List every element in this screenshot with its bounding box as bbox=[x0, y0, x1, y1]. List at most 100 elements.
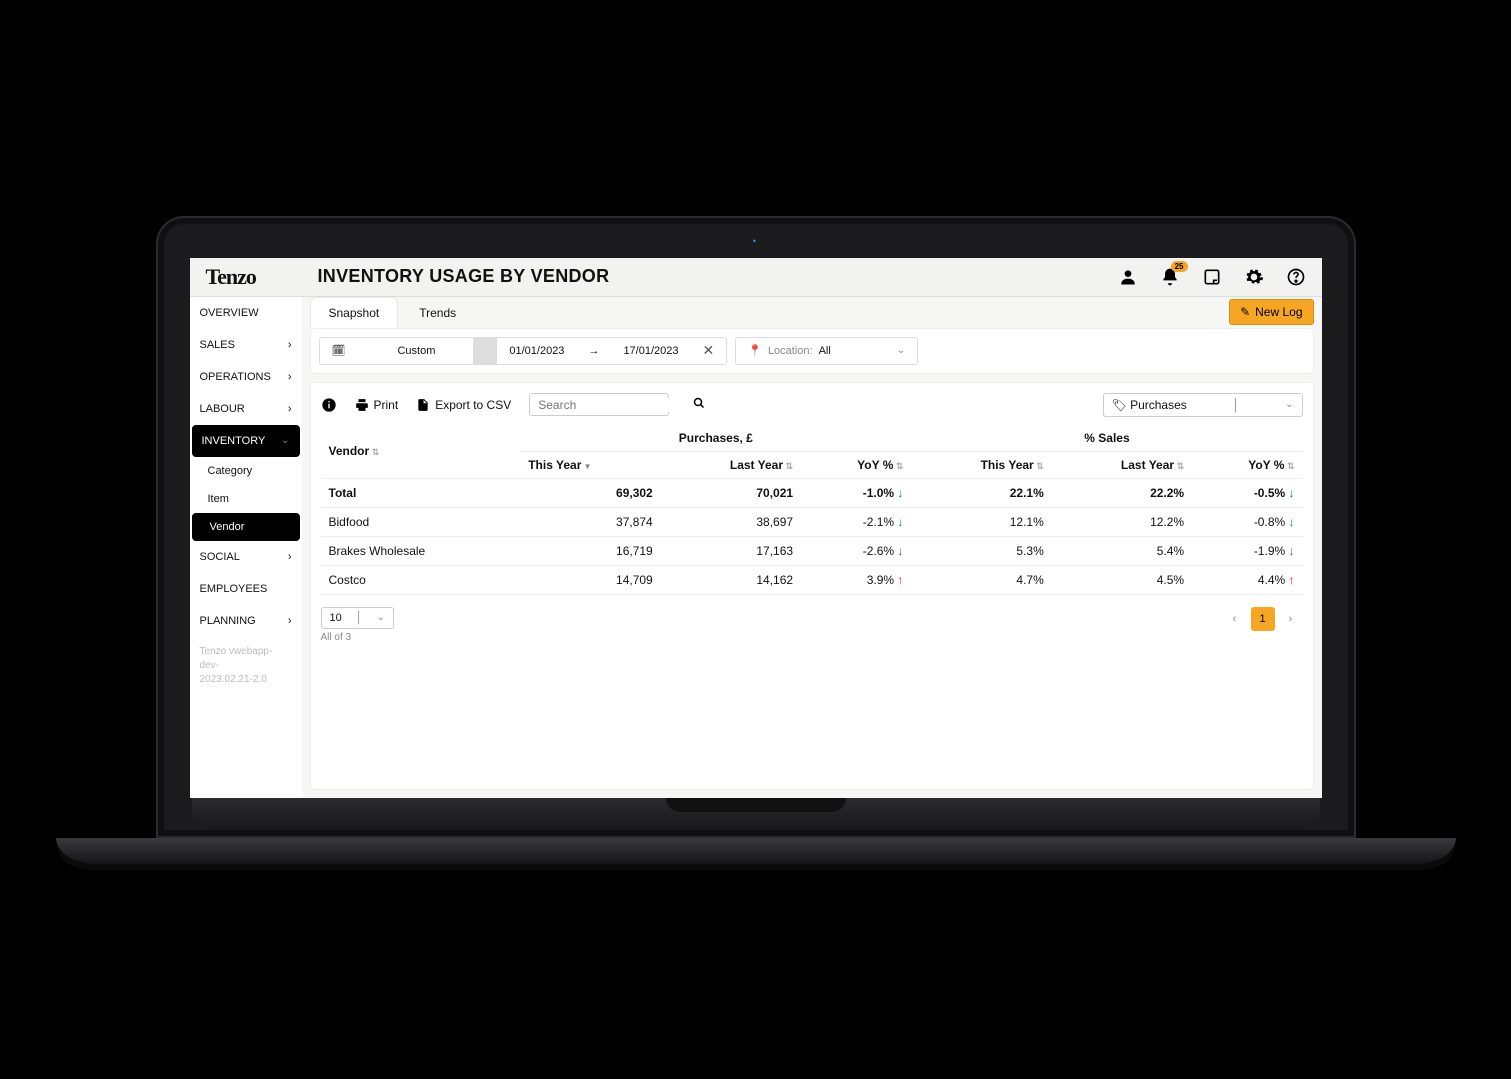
gear-icon[interactable] bbox=[1244, 267, 1264, 287]
page-title: INVENTORY USAGE BY VENDOR bbox=[318, 266, 610, 287]
help-icon[interactable] bbox=[1286, 267, 1306, 287]
sidebar-sub-vendor[interactable]: Vendor bbox=[192, 513, 300, 541]
chevron-right-icon: › bbox=[288, 615, 292, 627]
note-icon[interactable] bbox=[1202, 267, 1222, 287]
chevron-down-icon[interactable]: ⌄ bbox=[897, 345, 905, 356]
date-range-type[interactable]: 🗓 Custom bbox=[320, 338, 474, 364]
cell-s-last: 5.4% bbox=[1052, 536, 1192, 565]
table-row: Bidfood37,87438,697-2.1% ↓12.1%12.2%-0.8… bbox=[321, 507, 1303, 536]
cell-s-yoy: -1.9% ↓ bbox=[1192, 536, 1302, 565]
laptop-camera-icon: • bbox=[753, 236, 758, 246]
tab-snapshot[interactable]: Snapshot bbox=[310, 297, 399, 328]
sidebar-item-inventory[interactable]: INVENTORY⌄ bbox=[192, 425, 300, 457]
sidebar-sub-category[interactable]: Category bbox=[190, 457, 302, 485]
sidebar-item-operations[interactable]: OPERATIONS› bbox=[190, 361, 302, 393]
arrow-down-icon: ↓ bbox=[1289, 515, 1295, 529]
cell-s-this: 22.1% bbox=[911, 478, 1051, 507]
bell-icon[interactable]: 25 bbox=[1160, 267, 1180, 287]
cell-p-this: 69,302 bbox=[520, 478, 661, 507]
col-group-purchases: Purchases, £ bbox=[520, 425, 911, 452]
new-log-button[interactable]: ✎ New Log bbox=[1229, 299, 1313, 325]
chevron-right-icon: › bbox=[288, 551, 292, 563]
col-this-year-s[interactable]: This Year bbox=[911, 451, 1051, 478]
pagination: ‹ 1 › bbox=[1223, 607, 1303, 631]
tag-icon: 🏷 bbox=[1112, 398, 1127, 412]
sidebar-item-social[interactable]: SOCIAL› bbox=[190, 541, 302, 573]
metric-select[interactable]: 🏷 Purchases │ ⌄ bbox=[1103, 393, 1303, 417]
col-last-year-s[interactable]: Last Year bbox=[1052, 451, 1192, 478]
search-input[interactable] bbox=[529, 393, 669, 416]
col-yoy-p[interactable]: YoY % bbox=[801, 451, 911, 478]
topbar: Tenzo INVENTORY USAGE BY VENDOR 25 bbox=[190, 258, 1322, 297]
cell-p-yoy: -2.1% ↓ bbox=[801, 507, 911, 536]
arrow-up-icon: ↑ bbox=[897, 573, 903, 587]
cell-vendor: Total bbox=[321, 478, 521, 507]
info-icon[interactable] bbox=[321, 397, 337, 413]
app-version: Tenzo vwebapp-dev-2023.02.21-2.0 bbox=[190, 637, 302, 695]
cell-p-last: 38,697 bbox=[661, 507, 801, 536]
row-count-summary: All of 3 bbox=[321, 632, 395, 643]
cell-p-yoy: -1.0% ↓ bbox=[801, 478, 911, 507]
pager-page-1[interactable]: 1 bbox=[1251, 607, 1275, 631]
col-last-year-p[interactable]: Last Year bbox=[661, 451, 801, 478]
sidebar-item-sales[interactable]: SALES› bbox=[190, 329, 302, 361]
cell-vendor: Brakes Wholesale bbox=[321, 536, 521, 565]
arrow-down-icon: ↓ bbox=[897, 515, 903, 529]
brand-logo: Tenzo bbox=[206, 264, 306, 290]
arrow-down-icon: ↓ bbox=[897, 544, 903, 558]
cell-p-this: 14,709 bbox=[520, 565, 661, 594]
sidebar: OVERVIEW SALES› OPERATIONS› LABOUR› INVE… bbox=[190, 297, 302, 798]
col-this-year-p[interactable]: This Year bbox=[520, 451, 661, 478]
arrow-up-icon: ↑ bbox=[1289, 573, 1295, 587]
cell-s-last: 12.2% bbox=[1052, 507, 1192, 536]
location-label: Location: bbox=[768, 345, 813, 357]
sidebar-sub-item[interactable]: Item bbox=[190, 485, 302, 513]
sidebar-item-planning[interactable]: PLANNING› bbox=[190, 605, 302, 637]
sidebar-item-overview[interactable]: OVERVIEW bbox=[190, 297, 302, 329]
cell-s-yoy: -0.5% ↓ bbox=[1192, 478, 1302, 507]
notification-badge: 25 bbox=[1171, 261, 1188, 272]
cell-p-yoy: -2.6% ↓ bbox=[801, 536, 911, 565]
user-icon[interactable] bbox=[1118, 267, 1138, 287]
cell-s-this: 12.1% bbox=[911, 507, 1051, 536]
cell-p-this: 16,719 bbox=[520, 536, 661, 565]
clear-date-icon[interactable]: ✕ bbox=[691, 338, 727, 364]
search-icon bbox=[693, 397, 705, 412]
cell-vendor: Bidfood bbox=[321, 507, 521, 536]
date-from[interactable]: 01/01/2023 bbox=[497, 338, 576, 364]
chevron-right-icon: › bbox=[288, 371, 292, 383]
tab-trends[interactable]: Trends bbox=[400, 297, 475, 328]
arrow-down-icon: ↓ bbox=[897, 486, 903, 500]
cell-p-yoy: 3.9% ↑ bbox=[801, 565, 911, 594]
sidebar-item-labour[interactable]: LABOUR› bbox=[190, 393, 302, 425]
cell-p-last: 14,162 bbox=[661, 565, 801, 594]
cell-p-last: 17,163 bbox=[661, 536, 801, 565]
cell-s-yoy: 4.4% ↑ bbox=[1192, 565, 1302, 594]
pager-prev[interactable]: ‹ bbox=[1223, 607, 1247, 631]
col-yoy-s[interactable]: YoY % bbox=[1192, 451, 1302, 478]
filters-bar: 🗓 Custom 01/01/2023 → 17/01/2023 ✕ bbox=[310, 328, 1314, 374]
location-value[interactable]: All bbox=[819, 345, 831, 357]
col-vendor[interactable]: Vendor bbox=[321, 425, 521, 479]
vendor-table: Vendor Purchases, £ % Sales This Year La… bbox=[321, 425, 1303, 595]
calendar-icon: 🗓 bbox=[332, 344, 346, 357]
sidebar-item-employees[interactable]: EMPLOYEES bbox=[190, 573, 302, 605]
cell-p-last: 70,021 bbox=[661, 478, 801, 507]
chevron-right-icon: › bbox=[288, 339, 292, 351]
cell-s-last: 4.5% bbox=[1052, 565, 1192, 594]
export-csv-button[interactable]: Export to CSV bbox=[416, 398, 511, 412]
cell-s-this: 5.3% bbox=[911, 536, 1051, 565]
table-row: Brakes Wholesale16,71917,163-2.6% ↓5.3%5… bbox=[321, 536, 1303, 565]
print-button[interactable]: Print bbox=[355, 398, 399, 412]
pager-next[interactable]: › bbox=[1279, 607, 1303, 631]
table-row: Total69,30270,021-1.0% ↓22.1%22.2%-0.5% … bbox=[321, 478, 1303, 507]
chevron-down-icon: ⌄ bbox=[377, 612, 385, 623]
page-size-select[interactable]: 10 │ ⌄ bbox=[321, 607, 395, 629]
location-icon: 📍 bbox=[748, 344, 762, 357]
cell-s-last: 22.2% bbox=[1052, 478, 1192, 507]
cell-vendor: Costco bbox=[321, 565, 521, 594]
date-to[interactable]: 17/01/2023 bbox=[611, 338, 690, 364]
chevron-down-icon: ⌄ bbox=[281, 435, 289, 446]
edit-icon: ✎ bbox=[1240, 305, 1250, 319]
cell-s-this: 4.7% bbox=[911, 565, 1051, 594]
